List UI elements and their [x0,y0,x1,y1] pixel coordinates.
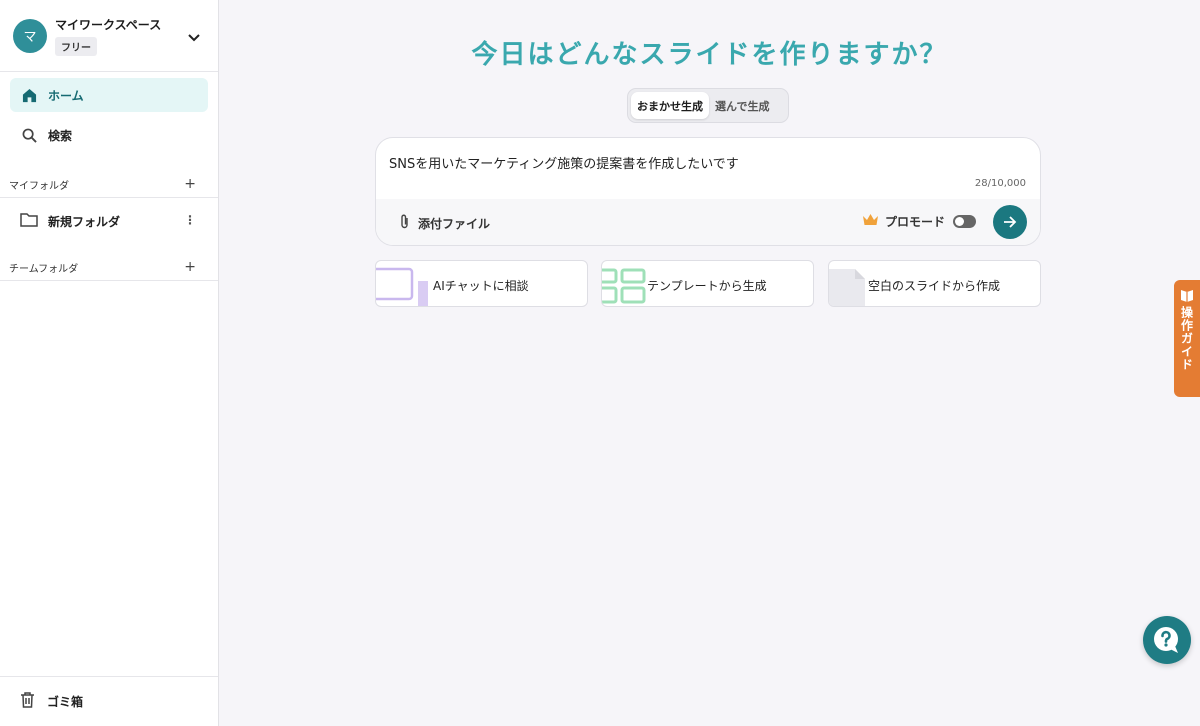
nav-home-label: ホーム [48,88,84,103]
question-icon [1154,627,1178,653]
pro-mode-label: プロモード [885,215,946,229]
trash[interactable]: ゴミ箱 [0,676,218,726]
blank-slide-label: 空白のスライドから作成 [868,279,1001,293]
folder-name: 新規フォルダ [48,214,121,229]
ai-chat-label: AIチャットに相談 [433,279,529,293]
add-my-folder-button[interactable]: + [184,176,196,192]
prompt-input[interactable]: SNSを用いたマーケティング施策の提案書を作成したいです [389,153,739,172]
blank-page-illustration-icon [829,269,865,306]
prompt-box: SNSを用いたマーケティング施策の提案書を作成したいです 28/10,000 添… [375,137,1041,246]
template-illustration-icon [602,268,646,304]
nav-home[interactable]: ホーム [10,78,208,112]
folder-item[interactable]: 新規フォルダ ⋮ [0,198,218,244]
sidebar: マ マイワークスペース フリー ホーム 検索 マイフォルダ + 新規フォルダ ⋮… [0,0,219,726]
trash-label: ゴミ箱 [47,695,84,709]
folder-icon [20,212,38,230]
nav-search[interactable]: 検索 [10,118,208,152]
prompt-toolbar: 添付ファイル プロモード [376,199,1040,245]
send-button[interactable] [993,205,1027,239]
home-icon [20,86,38,104]
mode-select[interactable]: 選んで生成 [709,92,775,119]
plan-badge: フリー [55,36,97,56]
template-card[interactable]: テンプレートから生成 [601,260,814,307]
char-counter: 28/10,000 [974,178,1026,189]
pro-mode: プロモード [862,213,977,230]
avatar: マ [13,18,47,53]
my-folders-header: マイフォルダ + [0,171,218,198]
my-folders-title: マイフォルダ [9,180,69,192]
page-title: 今日はどんなスライドを作りますか？ [471,40,948,70]
add-team-folder-button[interactable]: + [184,259,196,275]
workspace-name: マイワークスペース [55,17,162,32]
help-chat-button[interactable] [1143,616,1191,664]
mode-auto[interactable]: おまかせ生成 [631,92,709,119]
workspace-switcher[interactable]: マ マイワークスペース フリー [0,0,218,72]
generation-mode-toggle: おまかせ生成 選んで生成 [627,88,789,123]
crown-icon [862,213,879,230]
arrow-right-icon [1004,216,1017,228]
operation-guide-tab[interactable]: 操作ガイド [1174,280,1200,397]
chat-illustration-icon [376,267,428,306]
guide-label: 操作ガイド [1179,306,1194,371]
team-folders-title: チームフォルダ [9,263,79,275]
attach-label: 添付ファイル [418,216,491,231]
trash-icon [20,692,35,711]
paperclip-icon [400,214,410,232]
blank-slide-card[interactable]: 空白のスライドから作成 [828,260,1041,307]
template-label: テンプレートから生成 [647,279,767,293]
kebab-menu-icon[interactable]: ⋮ [184,213,196,227]
book-icon [1181,290,1193,302]
search-icon [20,126,38,144]
team-folders-header: チームフォルダ + [0,254,218,281]
ai-chat-card[interactable]: AIチャットに相談 [375,260,588,307]
nav-search-label: 検索 [48,128,73,143]
attach-button[interactable]: 添付ファイル [400,214,490,232]
pro-mode-toggle[interactable] [953,215,977,228]
chevron-down-icon[interactable] [188,27,200,46]
